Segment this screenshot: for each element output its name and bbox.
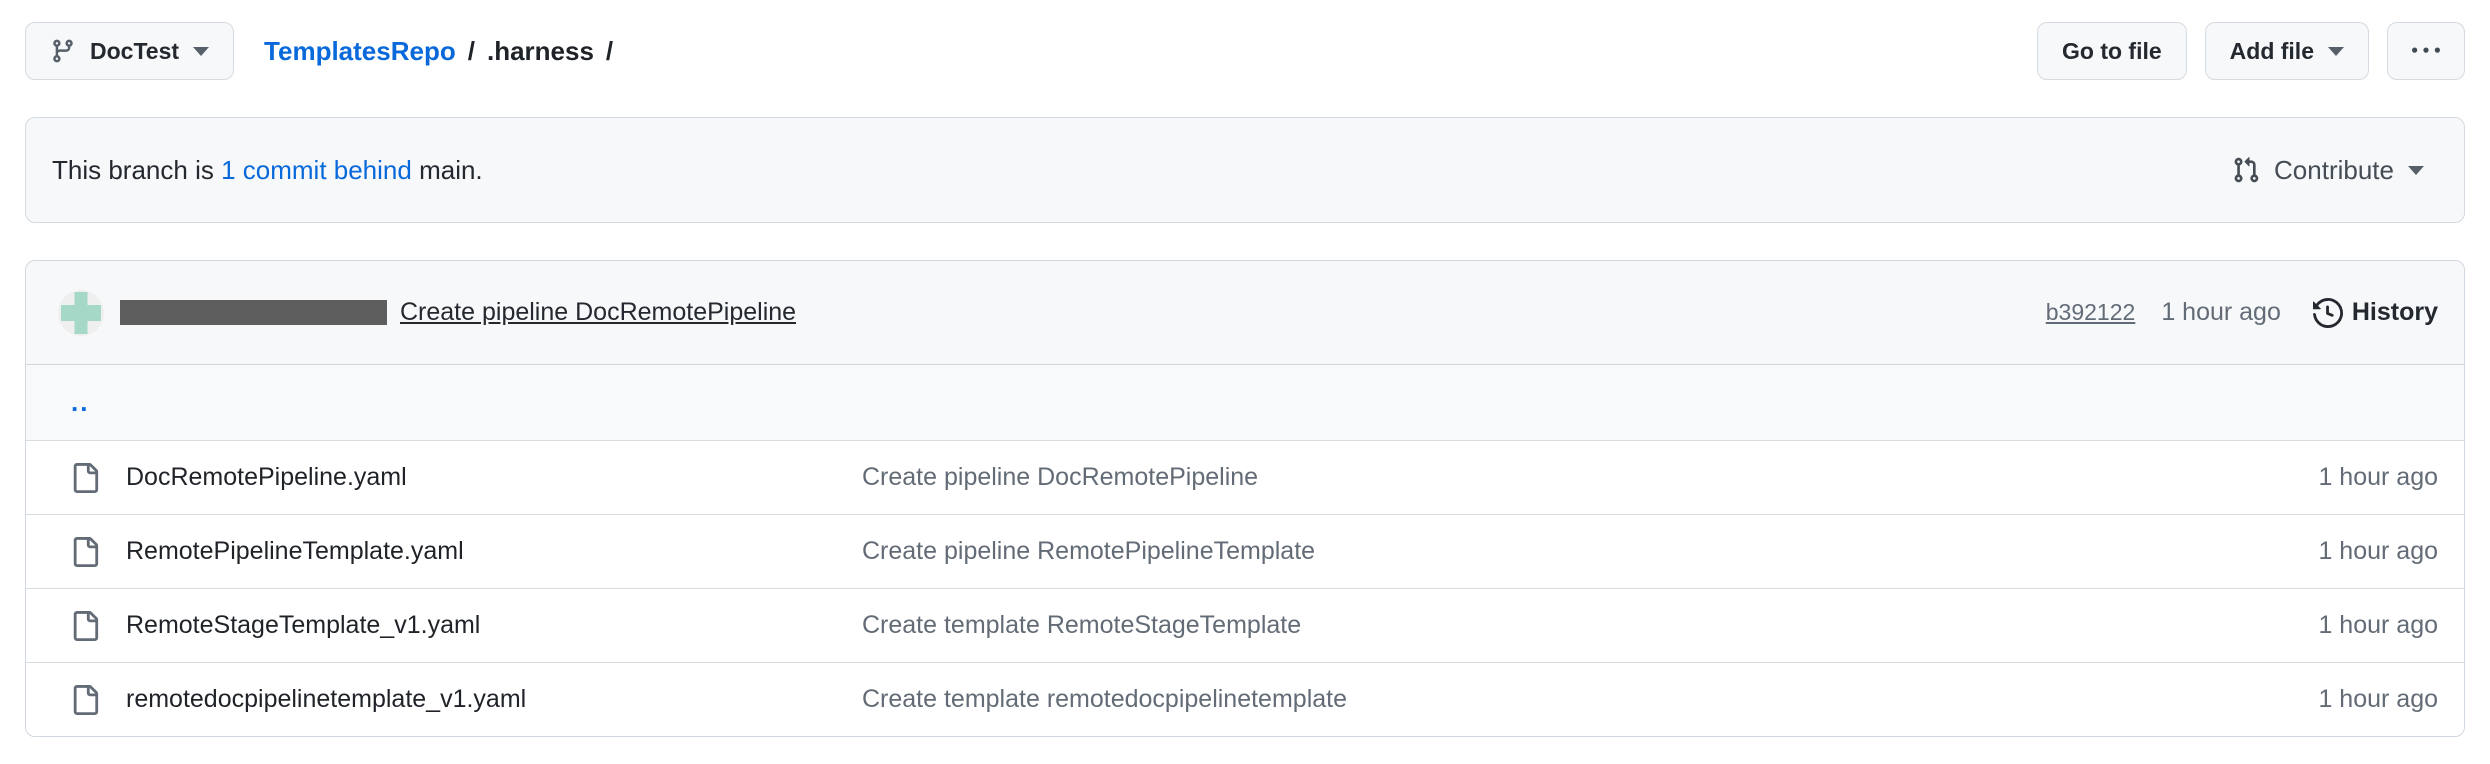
parent-directory-link[interactable]: .. bbox=[71, 387, 89, 418]
chevron-down-icon bbox=[2408, 166, 2424, 175]
file-name-link[interactable]: remotedocpipelinetemplate_v1.yaml bbox=[126, 685, 862, 714]
branch-status-banner: This branch is 1 commit behind main. Con… bbox=[25, 117, 2465, 223]
branch-selector-button[interactable]: DocTest bbox=[25, 22, 234, 80]
add-file-label: Add file bbox=[2230, 38, 2314, 65]
chevron-down-icon bbox=[2328, 47, 2344, 56]
repo-file-browser: DocTest TemplatesRepo / .harness / Go to… bbox=[0, 0, 2490, 764]
go-to-file-label: Go to file bbox=[2062, 38, 2162, 65]
file-commit-time: 1 hour ago bbox=[2318, 685, 2438, 714]
top-bar-actions: Go to file Add file bbox=[2037, 22, 2465, 80]
table-row[interactable]: remotedocpipelinetemplate_v1.yaml Create… bbox=[26, 662, 2464, 736]
top-bar-left: DocTest TemplatesRepo / .harness / bbox=[25, 22, 613, 80]
parent-directory-row[interactable]: .. bbox=[26, 365, 2464, 440]
file-icon bbox=[70, 463, 126, 493]
branch-name-label: DocTest bbox=[90, 38, 179, 65]
file-commit-message-link[interactable]: Create template RemoteStageTemplate bbox=[862, 611, 2318, 640]
go-to-file-button[interactable]: Go to file bbox=[2037, 22, 2187, 80]
file-commit-message-link[interactable]: Create pipeline RemotePipelineTemplate bbox=[862, 537, 2318, 566]
history-button[interactable]: History bbox=[2313, 298, 2438, 328]
file-name-link[interactable]: RemoteStageTemplate_v1.yaml bbox=[126, 611, 862, 640]
file-commit-message-link[interactable]: Create pipeline DocRemotePipeline bbox=[862, 463, 2318, 492]
file-commit-time: 1 hour ago bbox=[2318, 611, 2438, 640]
commits-behind-link[interactable]: 1 commit behind bbox=[221, 155, 412, 185]
commit-hash-link[interactable]: b392122 bbox=[2046, 299, 2136, 326]
file-name-link[interactable]: DocRemotePipeline.yaml bbox=[126, 463, 862, 492]
breadcrumb: TemplatesRepo / .harness / bbox=[264, 36, 613, 67]
history-label: History bbox=[2352, 298, 2438, 327]
file-commit-time: 1 hour ago bbox=[2318, 463, 2438, 492]
top-bar: DocTest TemplatesRepo / .harness / Go to… bbox=[25, 22, 2465, 80]
history-clock-icon bbox=[2313, 298, 2343, 328]
file-table: Create pipeline DocRemotePipeline b39212… bbox=[25, 260, 2465, 737]
file-commit-message-link[interactable]: Create template remotedocpipelinetemplat… bbox=[862, 685, 2318, 714]
file-commit-time: 1 hour ago bbox=[2318, 537, 2438, 566]
breadcrumb-repo-link[interactable]: TemplatesRepo bbox=[264, 36, 456, 67]
chevron-down-icon bbox=[193, 47, 209, 56]
breadcrumb-path-segment: .harness bbox=[487, 36, 594, 67]
table-row[interactable]: RemoteStageTemplate_v1.yaml Create templ… bbox=[26, 588, 2464, 662]
commit-time: 1 hour ago bbox=[2161, 298, 2281, 327]
contribute-button[interactable]: Contribute bbox=[2232, 155, 2424, 186]
avatar[interactable] bbox=[58, 290, 104, 336]
breadcrumb-separator: / bbox=[468, 36, 475, 67]
file-icon bbox=[70, 537, 126, 567]
git-branch-icon bbox=[50, 38, 76, 64]
branch-status-suffix: main. bbox=[419, 155, 483, 185]
table-row[interactable]: DocRemotePipeline.yaml Create pipeline D… bbox=[26, 440, 2464, 514]
latest-commit-meta: b392122 1 hour ago History bbox=[2046, 298, 2438, 328]
contribute-label: Contribute bbox=[2274, 155, 2394, 186]
file-name-link[interactable]: RemotePipelineTemplate.yaml bbox=[126, 537, 862, 566]
branch-status-prefix: This branch is bbox=[52, 155, 214, 185]
commit-author-redacted[interactable] bbox=[120, 300, 387, 325]
kebab-horizontal-icon bbox=[2412, 37, 2440, 65]
branch-status-text: This branch is 1 commit behind main. bbox=[52, 155, 483, 186]
table-row[interactable]: RemotePipelineTemplate.yaml Create pipel… bbox=[26, 514, 2464, 588]
more-options-button[interactable] bbox=[2387, 22, 2465, 80]
add-file-button[interactable]: Add file bbox=[2205, 22, 2369, 80]
file-icon bbox=[70, 685, 126, 715]
file-icon bbox=[70, 611, 126, 641]
breadcrumb-separator: / bbox=[606, 36, 613, 67]
latest-commit-message-link[interactable]: Create pipeline DocRemotePipeline bbox=[400, 298, 796, 327]
git-pull-request-icon bbox=[2232, 156, 2260, 184]
latest-commit-header: Create pipeline DocRemotePipeline b39212… bbox=[26, 261, 2464, 365]
